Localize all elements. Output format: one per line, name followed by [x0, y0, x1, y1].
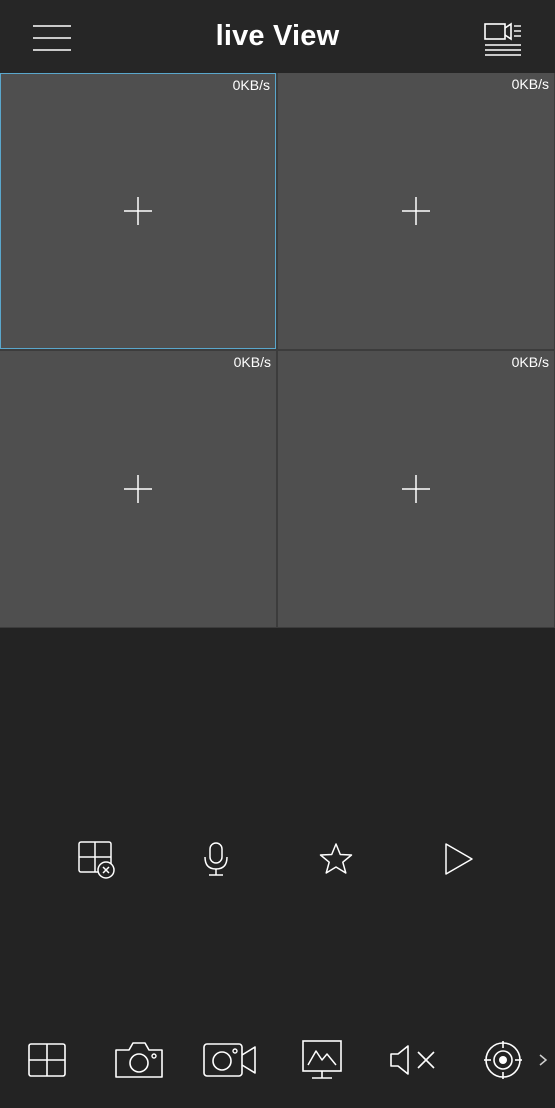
more-tools-button[interactable]: [536, 1034, 550, 1086]
chevron-right-icon: [539, 1054, 548, 1066]
add-channel-icon[interactable]: [402, 197, 430, 225]
favorite-button[interactable]: [313, 836, 359, 882]
top-bar: live View: [0, 0, 555, 73]
bottom-toolbar: [0, 1034, 555, 1086]
close-all-windows-button[interactable]: [73, 836, 119, 882]
close-all-windows-icon: [78, 841, 115, 879]
live-view-screen: live View 0KB/s 0KB/s 0KB/s 0KB/s: [0, 0, 555, 1108]
video-window-4[interactable]: 0KB/s: [278, 351, 554, 627]
split-screen-icon: [28, 1043, 66, 1077]
mute-icon: [390, 1045, 435, 1075]
microphone-icon: [204, 842, 228, 876]
record-button[interactable]: [200, 1034, 260, 1086]
bitrate-label: 0KB/s: [511, 76, 549, 92]
video-window-1[interactable]: 0KB/s: [0, 73, 276, 349]
video-window-2[interactable]: 0KB/s: [278, 73, 554, 349]
video-grid: 0KB/s 0KB/s 0KB/s 0KB/s: [0, 73, 555, 628]
device-list-icon: [484, 22, 521, 56]
add-channel-icon[interactable]: [124, 475, 152, 503]
talk-button[interactable]: [193, 836, 239, 882]
bitrate-label: 0KB/s: [232, 77, 270, 93]
audio-toggle-button[interactable]: [386, 1034, 440, 1086]
play-icon: [445, 843, 473, 875]
action-row: [0, 836, 555, 882]
camera-icon: [115, 1042, 163, 1078]
ptz-target-icon: [484, 1041, 522, 1079]
bitrate-label: 0KB/s: [233, 354, 271, 370]
image-quality-button[interactable]: [298, 1034, 346, 1086]
ptz-button[interactable]: [482, 1034, 524, 1086]
split-screen-button[interactable]: [24, 1034, 70, 1086]
device-list-button[interactable]: [479, 14, 527, 62]
bitrate-label: 0KB/s: [511, 354, 549, 370]
page-title: live View: [215, 20, 340, 52]
video-record-icon: [203, 1043, 256, 1077]
image-quality-icon: [302, 1040, 342, 1079]
snapshot-button[interactable]: [112, 1034, 166, 1086]
add-channel-icon[interactable]: [402, 475, 430, 503]
video-window-3[interactable]: 0KB/s: [0, 351, 276, 627]
playback-button[interactable]: [436, 836, 482, 882]
add-channel-icon[interactable]: [124, 197, 152, 225]
star-icon: [319, 843, 353, 874]
